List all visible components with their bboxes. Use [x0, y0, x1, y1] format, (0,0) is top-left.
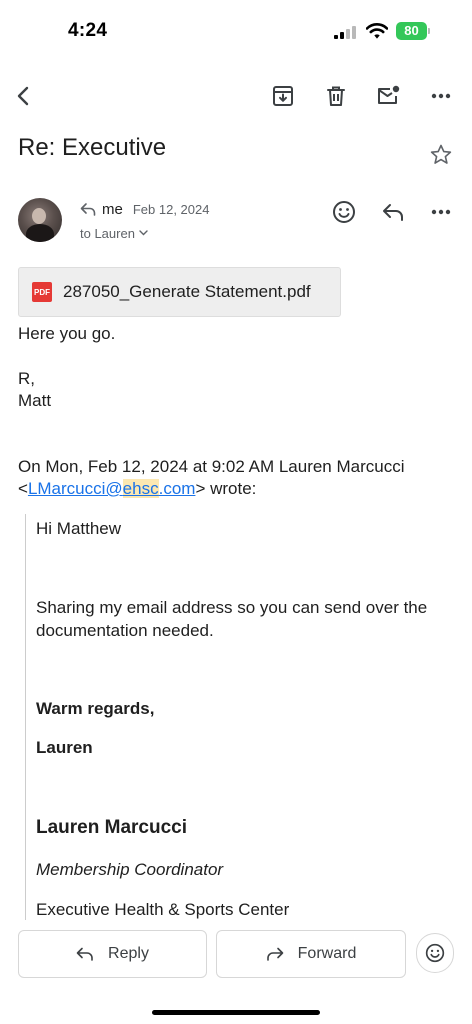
signature-title: Membership Coordinator — [36, 860, 224, 879]
body-line: Here you go. — [18, 324, 116, 343]
signature-organization: Executive Health & Sports Center — [36, 900, 290, 919]
email-link[interactable]: LMarcucci@ehsc.com — [28, 479, 195, 498]
archive-button[interactable] — [263, 76, 303, 116]
quote-body-line: Sharing my email address so you can send… — [36, 598, 428, 617]
status-time: 4:24 — [68, 20, 108, 41]
lt-bracket: < — [18, 479, 28, 498]
forward-label: Forward — [297, 945, 357, 962]
smiley-icon — [425, 943, 445, 963]
emoji-reaction-button[interactable] — [416, 933, 454, 973]
quote-header-line: On Mon, Feb 12, 2024 at 9:02 AM Lauren M… — [18, 457, 405, 476]
signature-name: Matt — [18, 391, 52, 410]
attachment-chip[interactable]: PDF 287050_Generate Statement.pdf — [18, 267, 341, 317]
sender-line: me Feb 12, 2024 — [80, 200, 209, 218]
delete-button[interactable] — [316, 76, 356, 116]
add-reaction-button[interactable] — [326, 196, 362, 228]
signature-full-name: Lauren Marcucci — [36, 817, 187, 838]
signature-line: R, — [18, 369, 35, 388]
email-subject: Re: Executive — [18, 134, 167, 161]
battery-icon: 80 — [396, 22, 430, 40]
reply-label: Reply — [108, 945, 149, 962]
message-more-button[interactable] — [423, 196, 459, 228]
mark-unread-button[interactable] — [368, 76, 408, 116]
archive-icon — [273, 86, 293, 106]
smiley-icon — [333, 201, 355, 223]
recipient-toggle[interactable]: to Lauren — [80, 226, 148, 241]
forward-icon — [266, 947, 283, 961]
sender-avatar[interactable] — [18, 198, 62, 242]
more-horizontal-icon — [431, 209, 451, 215]
back-arrow-icon — [17, 86, 29, 106]
forward-button[interactable]: Forward — [216, 930, 406, 978]
quote-closing-name: Lauren — [36, 738, 93, 757]
pdf-icon: PDF — [32, 282, 52, 302]
wifi-icon — [365, 22, 389, 40]
highlighted-term: ehsc — [122, 479, 159, 498]
reply-icon — [383, 204, 403, 221]
sender-name: me — [102, 200, 123, 218]
more-horizontal-icon — [431, 93, 451, 99]
reply-button[interactable]: Reply — [18, 930, 207, 978]
star-button[interactable] — [426, 140, 456, 170]
star-icon — [430, 144, 452, 164]
quote-bar — [25, 514, 26, 920]
mark-unread-icon — [378, 85, 400, 104]
toolbar — [0, 76, 472, 116]
replied-icon — [80, 203, 96, 216]
cellular-signal-icon — [334, 25, 360, 39]
wrote-label: > wrote: — [195, 479, 257, 498]
battery-level: 80 — [404, 23, 419, 38]
back-button[interactable] — [4, 76, 44, 116]
message-date: Feb 12, 2024 — [132, 201, 210, 217]
reply-icon — [76, 947, 93, 961]
quote-header-email-line: <LMarcucci@ehsc.com> wrote: — [18, 478, 256, 500]
recipient-label: to Lauren — [80, 226, 135, 241]
attachment-name: 287050_Generate Statement.pdf — [63, 282, 311, 301]
quote-body-line: documentation needed. — [36, 621, 214, 640]
trash-icon — [327, 86, 345, 106]
more-options-button[interactable] — [421, 76, 461, 116]
reply-icon-button[interactable] — [375, 196, 411, 228]
chevron-down-icon — [139, 228, 148, 239]
quote-greeting: Hi Matthew — [36, 519, 122, 538]
quote-closing: Warm regards, — [36, 699, 155, 718]
home-indicator[interactable] — [152, 1010, 320, 1015]
status-bar: 4:24 80 — [0, 0, 472, 60]
